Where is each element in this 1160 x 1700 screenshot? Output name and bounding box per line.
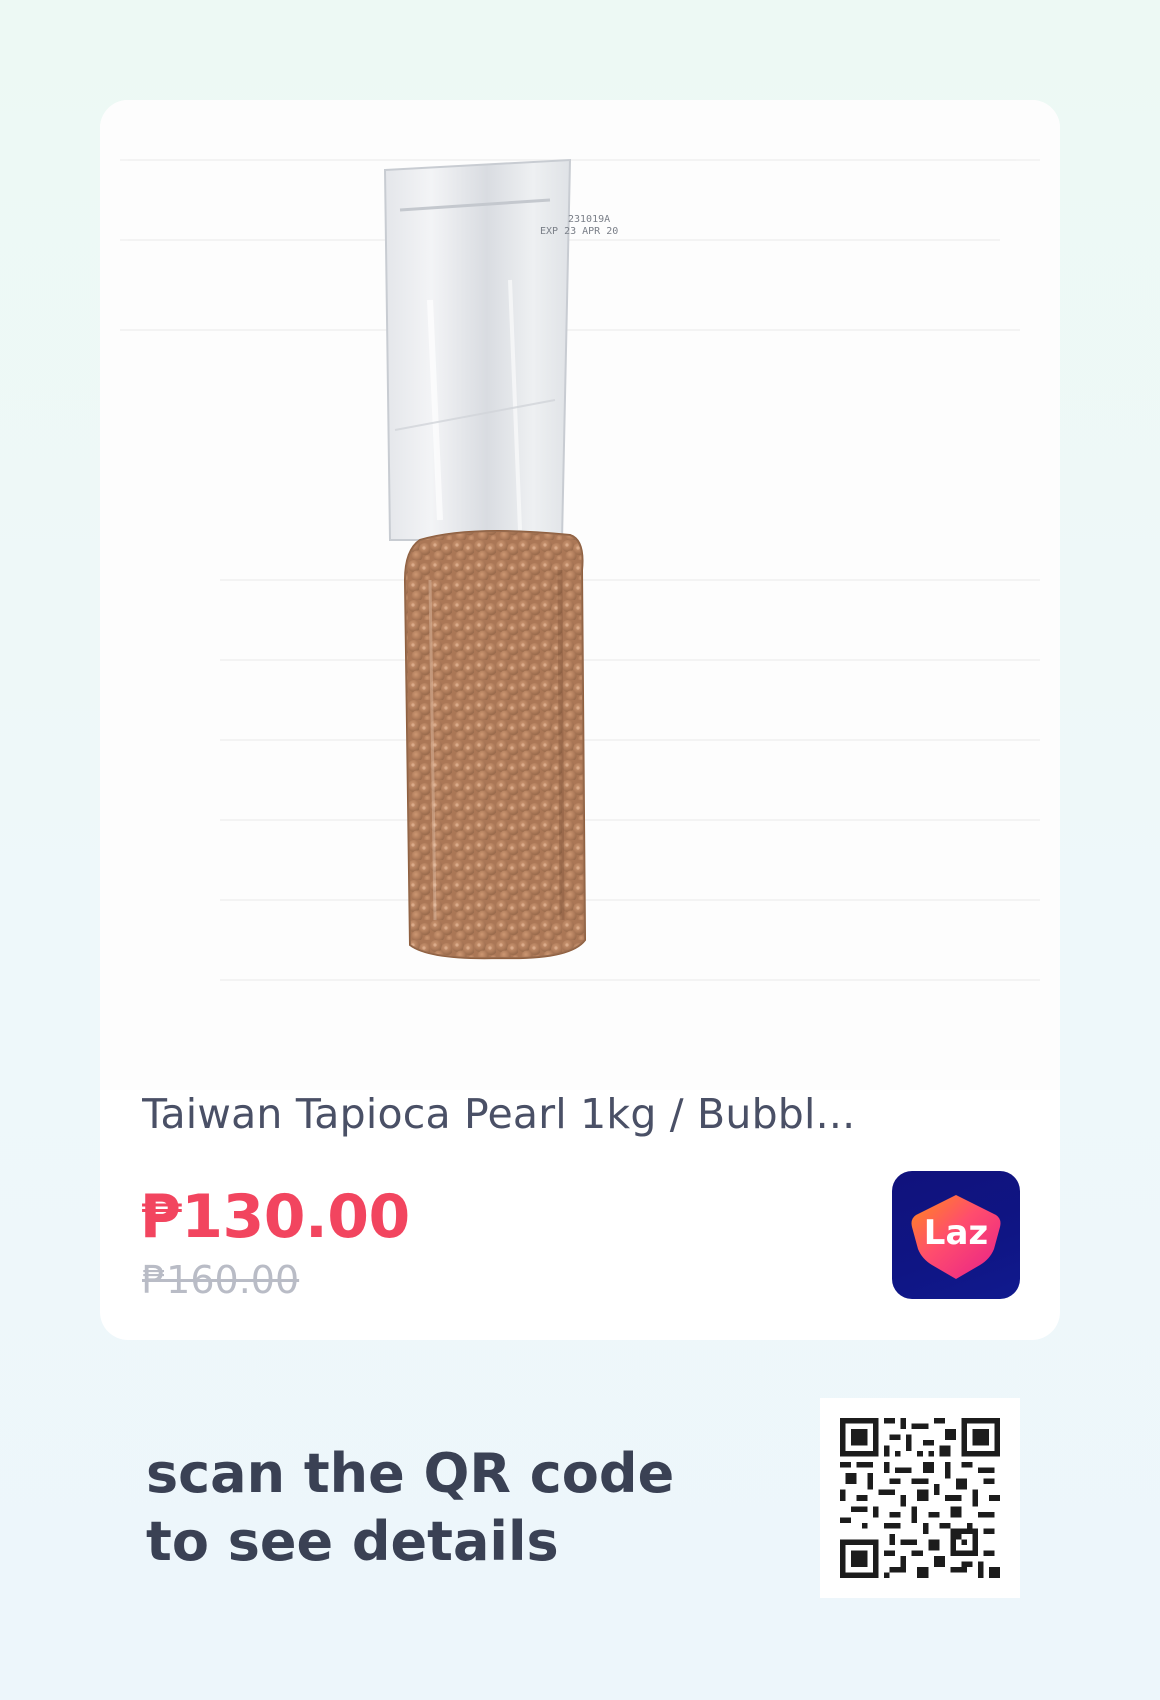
original-price: ₱160.00 [142,1258,300,1302]
product-title[interactable]: Taiwan Tapioca Pearl 1kg / Bubbl... [142,1090,902,1138]
store-logo-text: Laz [923,1213,989,1253]
sale-price: ₱130.00 [140,1182,410,1252]
qr-code[interactable] [820,1398,1020,1598]
qr-code-icon [840,1418,1000,1578]
lazada-logo-icon[interactable]: Laz [892,1171,1020,1299]
product-card[interactable]: 231019A EXP 23 APR 20 Taiwan Tapioca Pea… [100,100,1060,1340]
product-image[interactable]: 231019A EXP 23 APR 20 [100,100,1060,1090]
scan-instruction: scan the QR code to see details [146,1440,706,1576]
svg-text:231019A: 231019A [568,214,610,225]
tapioca-pearl-bag-image: 231019A EXP 23 APR 20 [120,158,1040,981]
scan-instruction-line1: scan the QR code [146,1442,675,1505]
scan-instruction-line2: to see details [146,1510,559,1573]
svg-text:EXP 23 APR 20: EXP 23 APR 20 [540,226,618,237]
